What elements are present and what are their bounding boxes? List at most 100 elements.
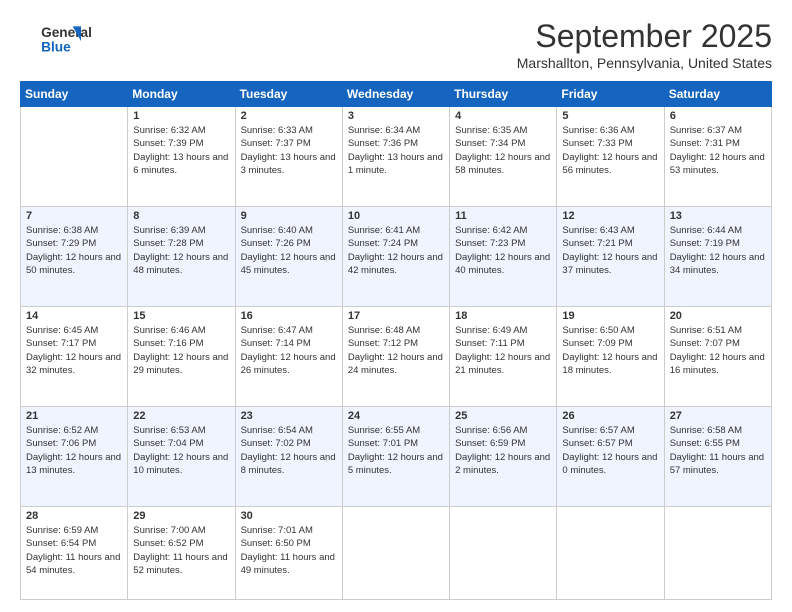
col-saturday: Saturday — [664, 82, 771, 107]
page: General Blue September 2025 Marshallton,… — [0, 0, 792, 612]
table-row — [21, 107, 128, 207]
day-number: 11 — [455, 210, 551, 222]
table-row: 19 Sunrise: 6:50 AMSunset: 7:09 PMDayligh… — [557, 307, 664, 407]
table-row — [664, 507, 771, 600]
day-number: 26 — [562, 410, 658, 422]
table-row — [342, 507, 449, 600]
table-row: 15 Sunrise: 6:46 AMSunset: 7:16 PMDayligh… — [128, 307, 235, 407]
day-number: 5 — [562, 110, 658, 122]
cell-info: Sunrise: 6:54 AMSunset: 7:02 PMDaylight:… — [241, 424, 337, 477]
cell-info: Sunrise: 6:47 AMSunset: 7:14 PMDaylight:… — [241, 324, 337, 377]
calendar-week-row: 21 Sunrise: 6:52 AMSunset: 7:06 PMDayligh… — [21, 407, 772, 507]
calendar-week-row: 1Sunrise: 6:32 AMSunset: 7:39 PMDaylight… — [21, 107, 772, 207]
cell-info: Sunrise: 6:40 AMSunset: 7:26 PMDaylight:… — [241, 224, 337, 277]
calendar-week-row: 28 Sunrise: 6:59 AMSunset: 6:54 PMDayligh… — [21, 507, 772, 600]
day-number: 23 — [241, 410, 337, 422]
col-thursday: Thursday — [450, 82, 557, 107]
svg-text:General: General — [41, 25, 92, 40]
day-number: 1 — [133, 110, 229, 122]
table-row: 4Sunrise: 6:35 AMSunset: 7:34 PMDaylight… — [450, 107, 557, 207]
calendar-header-row: Sunday Monday Tuesday Wednesday Thursday… — [21, 82, 772, 107]
col-friday: Friday — [557, 82, 664, 107]
day-number: 3 — [348, 110, 444, 122]
table-row: 11 Sunrise: 6:42 AMSunset: 7:23 PMDayligh… — [450, 207, 557, 307]
day-number: 22 — [133, 410, 229, 422]
table-row: 27 Sunrise: 6:58 AMSunset: 6:55 PMDayligh… — [664, 407, 771, 507]
table-row: 6 Sunrise: 6:37 AMSunset: 7:31 PMDaylight… — [664, 107, 771, 207]
table-row: 3 Sunrise: 6:34 AMSunset: 7:36 PMDaylight… — [342, 107, 449, 207]
col-sunday: Sunday — [21, 82, 128, 107]
calendar-week-row: 14 Sunrise: 6:45 AMSunset: 7:17 PMDayligh… — [21, 307, 772, 407]
day-number: 6 — [670, 110, 766, 122]
cell-info: Sunrise: 6:48 AMSunset: 7:12 PMDaylight:… — [348, 324, 444, 377]
day-number: 17 — [348, 310, 444, 322]
col-wednesday: Wednesday — [342, 82, 449, 107]
cell-info: Sunrise: 6:59 AMSunset: 6:54 PMDaylight:… — [26, 524, 122, 577]
day-number: 14 — [26, 310, 122, 322]
table-row: 17 Sunrise: 6:48 AMSunset: 7:12 PMDayligh… — [342, 307, 449, 407]
day-number: 30 — [241, 510, 337, 522]
cell-info: Sunrise: 6:39 AMSunset: 7:28 PMDaylight:… — [133, 224, 229, 277]
table-row: 21 Sunrise: 6:52 AMSunset: 7:06 PMDayligh… — [21, 407, 128, 507]
day-number: 24 — [348, 410, 444, 422]
cell-info: Sunrise: 6:50 AMSunset: 7:09 PMDaylight:… — [562, 324, 658, 377]
cell-info: Sunrise: 6:37 AMSunset: 7:31 PMDaylight:… — [670, 124, 766, 177]
table-row — [450, 507, 557, 600]
day-number: 29 — [133, 510, 229, 522]
table-row: 30Sunrise: 7:01 AMSunset: 6:50 PMDayligh… — [235, 507, 342, 600]
header: General Blue September 2025 Marshallton,… — [20, 18, 772, 71]
cell-info: Sunrise: 6:55 AMSunset: 7:01 PMDaylight:… — [348, 424, 444, 477]
table-row: 20 Sunrise: 6:51 AMSunset: 7:07 PMDayligh… — [664, 307, 771, 407]
cell-info: Sunrise: 6:42 AMSunset: 7:23 PMDaylight:… — [455, 224, 551, 277]
col-monday: Monday — [128, 82, 235, 107]
day-number: 10 — [348, 210, 444, 222]
day-number: 28 — [26, 510, 122, 522]
day-number: 18 — [455, 310, 551, 322]
table-row: 29 Sunrise: 7:00 AMSunset: 6:52 PMDayligh… — [128, 507, 235, 600]
cell-info: Sunrise: 6:53 AMSunset: 7:04 PMDaylight:… — [133, 424, 229, 477]
cell-info: Sunrise: 6:51 AMSunset: 7:07 PMDaylight:… — [670, 324, 766, 377]
day-number: 12 — [562, 210, 658, 222]
cell-info: Sunrise: 6:52 AMSunset: 7:06 PMDaylight:… — [26, 424, 122, 477]
cell-info: Sunrise: 6:46 AMSunset: 7:16 PMDaylight:… — [133, 324, 229, 377]
cell-info: Sunrise: 7:00 AMSunset: 6:52 PMDaylight:… — [133, 524, 229, 577]
cell-info: Sunrise: 6:44 AMSunset: 7:19 PMDaylight:… — [670, 224, 766, 277]
table-row: 10 Sunrise: 6:41 AMSunset: 7:24 PMDayligh… — [342, 207, 449, 307]
day-number: 20 — [670, 310, 766, 322]
table-row: 24 Sunrise: 6:55 AMSunset: 7:01 PMDayligh… — [342, 407, 449, 507]
table-row — [557, 507, 664, 600]
table-row: 14 Sunrise: 6:45 AMSunset: 7:17 PMDayligh… — [21, 307, 128, 407]
day-number: 13 — [670, 210, 766, 222]
cell-info: Sunrise: 6:41 AMSunset: 7:24 PMDaylight:… — [348, 224, 444, 277]
table-row: 2 Sunrise: 6:33 AMSunset: 7:37 PMDaylight… — [235, 107, 342, 207]
logo: General Blue — [20, 18, 100, 60]
day-number: 4 — [455, 110, 551, 122]
cell-info: Sunrise: 6:49 AMSunset: 7:11 PMDaylight:… — [455, 324, 551, 377]
day-number: 9 — [241, 210, 337, 222]
day-number: 21 — [26, 410, 122, 422]
cell-info: Sunrise: 6:38 AMSunset: 7:29 PMDaylight:… — [26, 224, 122, 277]
cell-info: Sunrise: 6:58 AMSunset: 6:55 PMDaylight:… — [670, 424, 766, 477]
table-row: 25Sunrise: 6:56 AMSunset: 6:59 PMDayligh… — [450, 407, 557, 507]
table-row: 23 Sunrise: 6:54 AMSunset: 7:02 PMDayligh… — [235, 407, 342, 507]
day-number: 19 — [562, 310, 658, 322]
calendar-table: Sunday Monday Tuesday Wednesday Thursday… — [20, 81, 772, 600]
svg-text:Blue: Blue — [41, 40, 71, 55]
table-row: 22 Sunrise: 6:53 AMSunset: 7:04 PMDayligh… — [128, 407, 235, 507]
day-number: 16 — [241, 310, 337, 322]
cell-info: Sunrise: 6:34 AMSunset: 7:36 PMDaylight:… — [348, 124, 444, 177]
table-row: 9 Sunrise: 6:40 AMSunset: 7:26 PMDaylight… — [235, 207, 342, 307]
day-number: 15 — [133, 310, 229, 322]
table-row: 8 Sunrise: 6:39 AMSunset: 7:28 PMDaylight… — [128, 207, 235, 307]
cell-info: Sunrise: 6:57 AMSunset: 6:57 PMDaylight:… — [562, 424, 658, 477]
day-number: 2 — [241, 110, 337, 122]
cell-info: Sunrise: 6:45 AMSunset: 7:17 PMDaylight:… — [26, 324, 122, 377]
table-row: 7Sunrise: 6:38 AMSunset: 7:29 PMDaylight… — [21, 207, 128, 307]
table-row: 16 Sunrise: 6:47 AMSunset: 7:14 PMDayligh… — [235, 307, 342, 407]
cell-info: Sunrise: 6:33 AMSunset: 7:37 PMDaylight:… — [241, 124, 337, 177]
day-number: 25 — [455, 410, 551, 422]
cell-info: Sunrise: 6:43 AMSunset: 7:21 PMDaylight:… — [562, 224, 658, 277]
day-number: 27 — [670, 410, 766, 422]
cell-info: Sunrise: 6:36 AMSunset: 7:33 PMDaylight:… — [562, 124, 658, 177]
day-number: 8 — [133, 210, 229, 222]
